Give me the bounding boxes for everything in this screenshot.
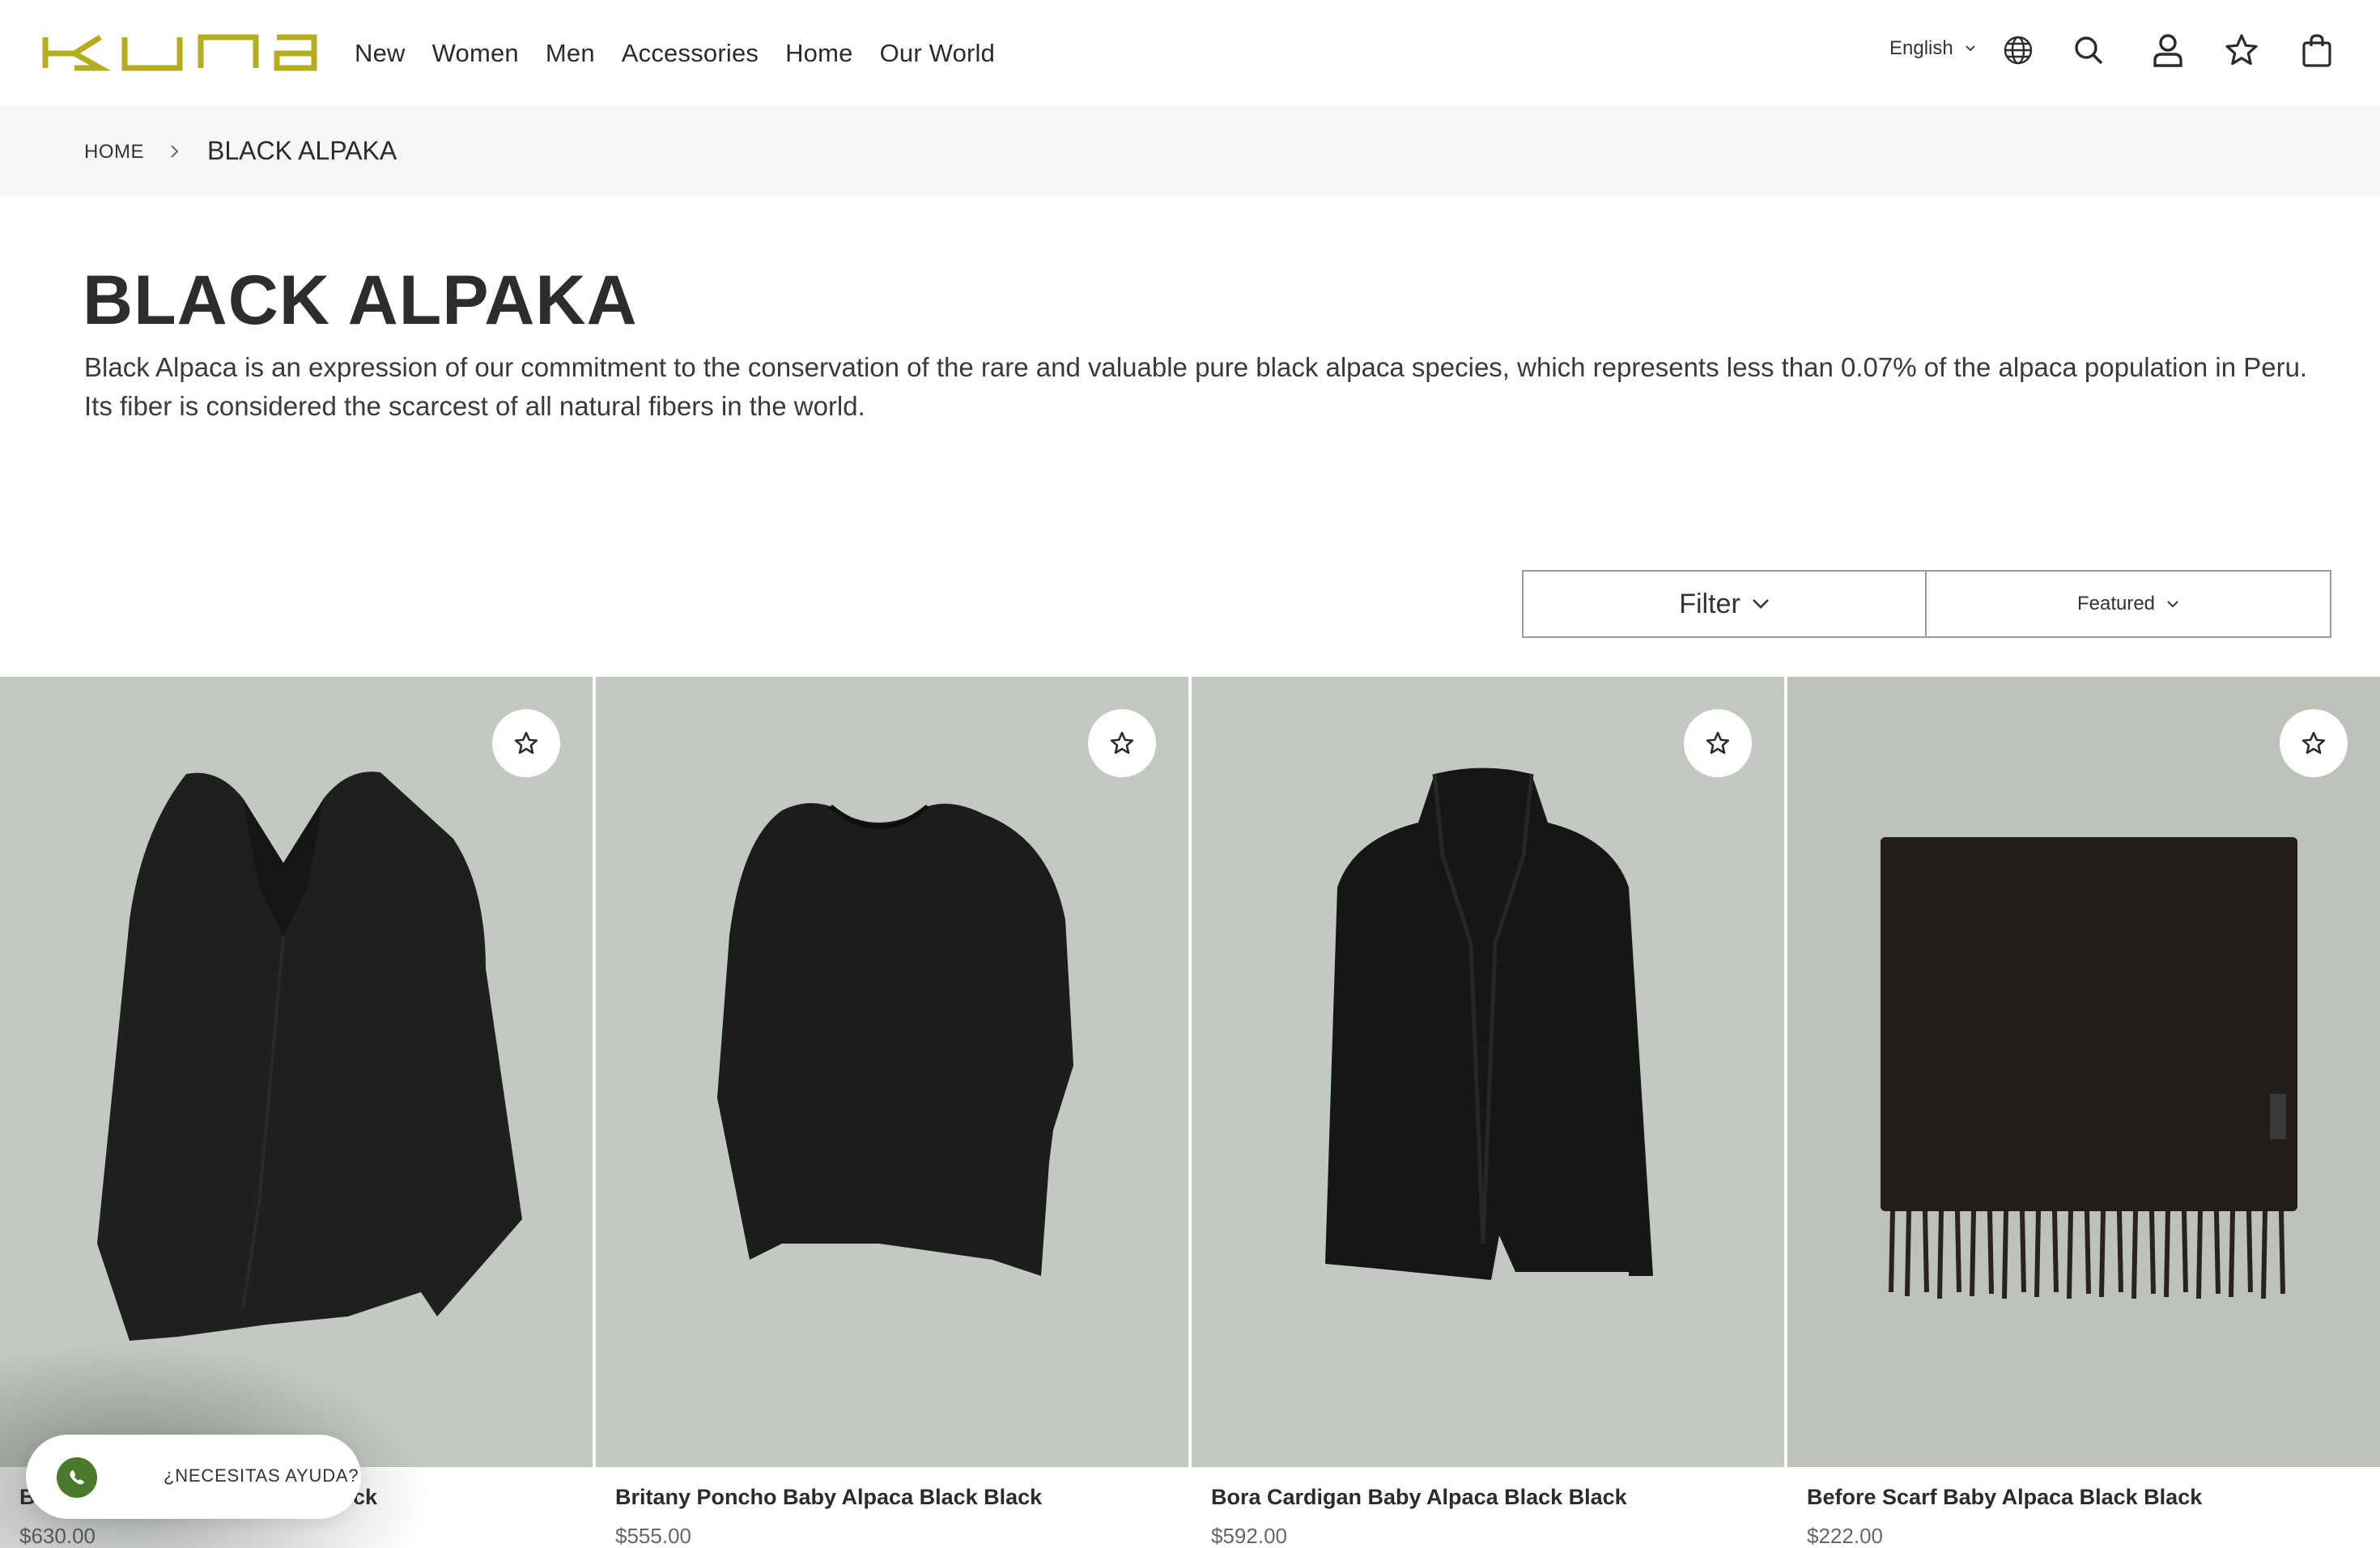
nav-new[interactable]: New [355,39,406,68]
breadcrumb-home[interactable]: HOME [84,141,144,164]
product-card[interactable] [1787,677,2380,1548]
filter-button[interactable]: Filter [1522,570,1927,638]
sort-dropdown[interactable]: Featured [1925,570,2331,638]
nav-men[interactable]: Men [546,39,595,68]
product-card[interactable] [596,677,1188,1548]
whatsapp-help-button[interactable]: ¿NECESITAS AYUDA? [26,1435,361,1519]
product-image[interactable] [1787,677,2380,1467]
sort-label: Featured [2076,593,2156,615]
chevron-right-icon [171,145,179,158]
wishlist-button[interactable] [1088,709,1156,777]
main-nav: New Women Men Accessories Home Our World [355,0,995,106]
nav-women[interactable]: Women [432,39,519,68]
product-price: $592.00 [1211,1524,1287,1548]
page-title: BLACK ALPAKA [83,262,638,339]
language-label: English [1889,37,1953,59]
wishlist-button[interactable] [1684,709,1752,777]
product-price: $555.00 [615,1524,691,1548]
wishlist-button[interactable] [492,709,560,777]
star-icon[interactable] [2222,31,2261,70]
filter-label: Filter [1679,588,1740,619]
collection-description: Black Alpaca is an expression of our com… [84,352,2308,421]
product-name[interactable]: Britany Poncho Baby Alpaca Black Black [615,1485,1042,1510]
bag-icon[interactable] [2297,31,2336,70]
user-icon[interactable] [2148,31,2187,70]
product-price: $630.00 [19,1524,96,1548]
breadcrumb-current: BLACK ALPAKA [207,136,397,165]
chevron-down-icon [1752,599,1769,609]
product-card[interactable] [0,677,593,1548]
product-name[interactable]: Before Scarf Baby Alpaca Black Black [1807,1485,2202,1510]
product-image[interactable] [1192,677,1784,1467]
product-card[interactable] [1192,677,1784,1548]
help-label: ¿NECESITAS AYUDA? [164,1465,359,1486]
nav-our-world[interactable]: Our World [880,39,995,68]
site-header: New Women Men Accessories Home Our World… [0,0,2380,106]
nav-home[interactable]: Home [785,39,853,68]
nav-accessories[interactable]: Accessories [622,39,759,68]
search-icon[interactable] [2069,31,2108,70]
product-price: $222.00 [1807,1524,1883,1548]
language-selector[interactable]: English [1889,37,1976,60]
whatsapp-icon [57,1457,97,1498]
kuna-logo[interactable] [42,34,317,71]
chevron-down-icon [1966,45,1975,52]
globe-icon[interactable] [1999,31,2038,70]
product-name[interactable]: Bora Cardigan Baby Alpaca Black Black [1211,1485,1627,1510]
product-image[interactable] [0,677,593,1467]
product-image[interactable] [596,677,1188,1467]
wishlist-button[interactable] [2280,709,2348,777]
chevron-down-icon [2167,601,2178,608]
